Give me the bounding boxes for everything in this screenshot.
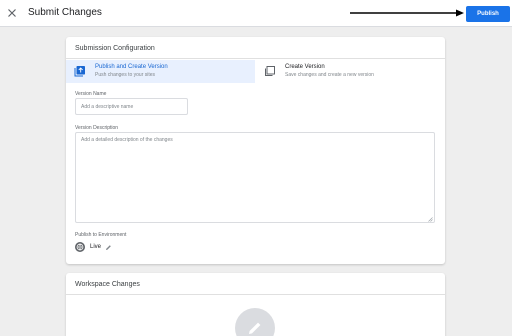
create-version-icon bbox=[265, 66, 275, 76]
edit-pencil-icon bbox=[249, 322, 261, 334]
option-publish-and-create-version[interactable]: Publish and Create Version Push changes … bbox=[66, 60, 255, 83]
edit-pencil-icon[interactable] bbox=[105, 244, 112, 251]
option-subtitle: Push changes to your sites bbox=[95, 72, 156, 78]
environment-name: Live bbox=[90, 244, 102, 250]
environment-row: Live bbox=[75, 242, 112, 252]
option-create-version[interactable]: Create Version Save changes and create a… bbox=[256, 60, 445, 83]
empty-state-icon bbox=[235, 308, 275, 336]
option-subtitle: Save changes and create a new version bbox=[285, 72, 374, 78]
top-bar: Submit Changes Publish bbox=[0, 0, 512, 27]
resize-handle-icon[interactable] bbox=[428, 217, 433, 222]
close-icon[interactable] bbox=[5, 6, 19, 20]
workspace-changes-card: Workspace Changes bbox=[66, 273, 445, 336]
divider bbox=[66, 294, 445, 295]
publish-version-icon bbox=[74, 66, 85, 77]
arrow-right-icon bbox=[350, 9, 464, 17]
publish-button[interactable]: Publish bbox=[466, 6, 510, 22]
divider bbox=[66, 58, 445, 59]
page-title: Submit Changes bbox=[28, 7, 102, 18]
version-description-label: Version Description bbox=[75, 125, 119, 131]
publish-environment-label: Publish to Environment bbox=[75, 232, 127, 238]
card-title: Workspace Changes bbox=[75, 281, 140, 288]
environment-icon bbox=[75, 242, 85, 252]
globe-icon bbox=[76, 243, 84, 251]
version-description-input[interactable] bbox=[75, 132, 435, 223]
card-title: Submission Configuration bbox=[75, 45, 155, 52]
version-name-label: Version Name bbox=[75, 91, 107, 97]
option-title: Publish and Create Version bbox=[95, 64, 168, 70]
version-name-input[interactable] bbox=[75, 98, 188, 115]
option-title: Create Version bbox=[285, 64, 325, 70]
submission-configuration-card: Submission Configuration Publish and Cre… bbox=[66, 37, 445, 264]
